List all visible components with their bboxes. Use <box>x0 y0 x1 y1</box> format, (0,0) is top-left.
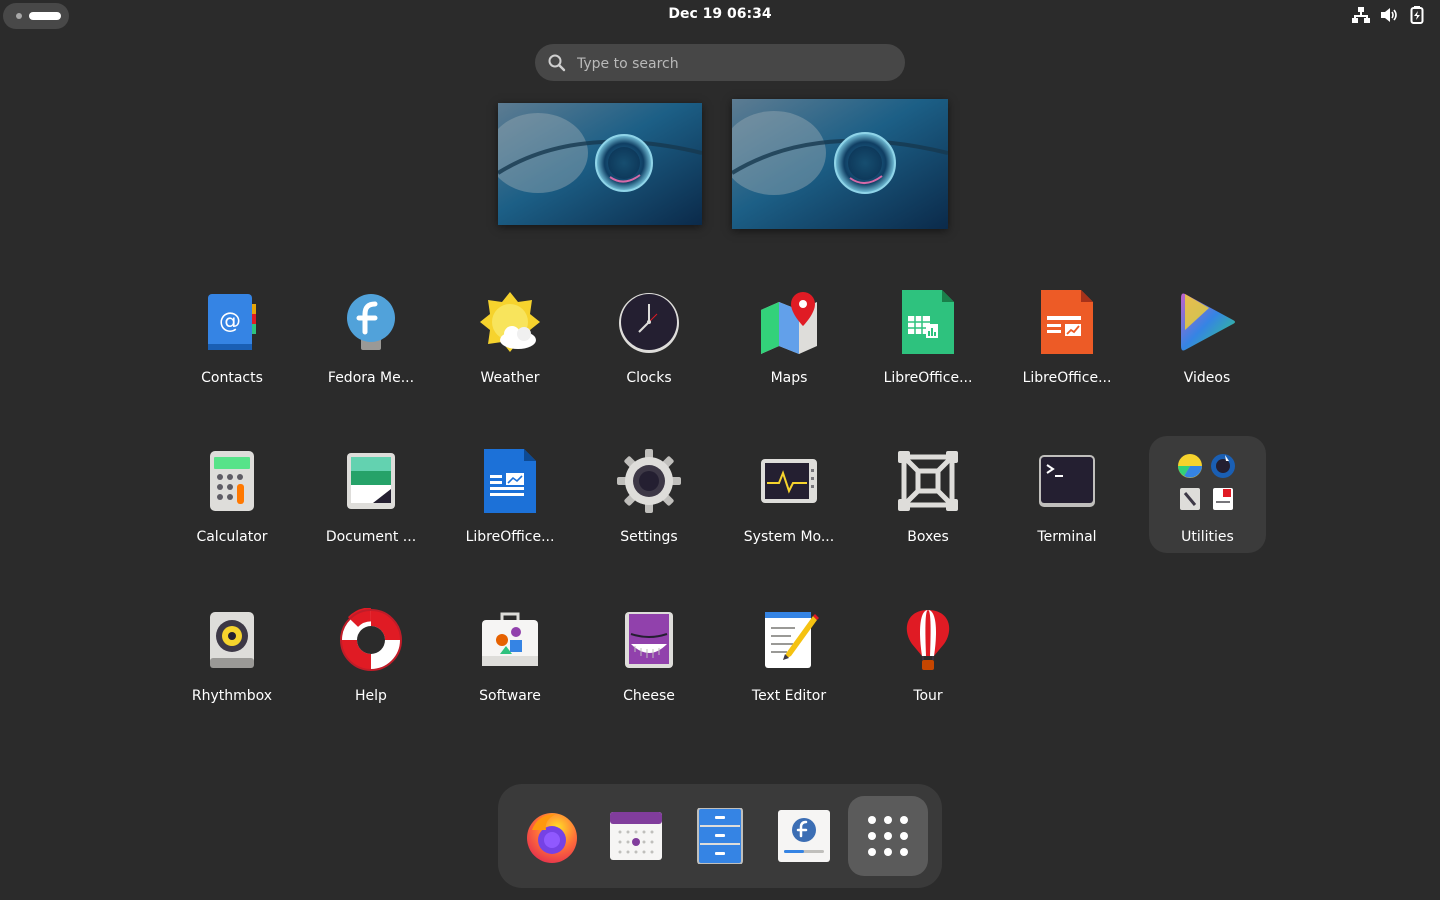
software-icon <box>482 612 538 666</box>
app-label: Tour <box>913 688 943 704</box>
show-apps-button[interactable] <box>848 796 928 876</box>
rhythmbox-icon <box>210 612 254 668</box>
contacts-icon: @ <box>208 294 256 350</box>
app-label: Videos <box>1183 370 1231 386</box>
app-label: Calculator <box>196 529 268 545</box>
date-time[interactable]: Dec 19 06:34 <box>620 6 820 22</box>
app-label: System Mo... <box>743 529 835 545</box>
fedora-media-writer-icon <box>347 294 395 350</box>
app-system-monitor[interactable]: System Mo... <box>729 449 849 569</box>
weather-icon <box>480 292 540 352</box>
app-label: Boxes <box>907 529 949 545</box>
dash <box>498 784 942 888</box>
clocks-icon <box>619 293 679 353</box>
dash-calendar[interactable] <box>596 796 676 876</box>
app-fedora-media-writer[interactable]: Fedora Me... <box>311 290 431 410</box>
calendar-icon <box>610 812 662 860</box>
dash-files[interactable] <box>680 796 760 876</box>
workspace-dot <box>16 13 22 19</box>
app-label: LibreOffice... <box>1022 370 1112 386</box>
show-apps-icon <box>868 816 908 856</box>
battery-icon <box>1410 6 1424 24</box>
app-videos[interactable]: Videos <box>1147 290 1267 410</box>
workspace-thumbnail-1[interactable] <box>498 103 702 225</box>
volume-icon <box>1381 8 1397 22</box>
app-rhythmbox[interactable]: Rhythmbox <box>172 608 292 728</box>
boxes-icon <box>898 451 958 511</box>
libreoffice-writer-icon <box>484 449 536 513</box>
app-label: Software <box>479 688 541 704</box>
hot-air-balloon-icon <box>906 610 950 670</box>
app-label: Cheese <box>623 688 675 704</box>
app-label: Terminal <box>1037 529 1097 545</box>
terminal-icon <box>1039 455 1095 507</box>
search-input[interactable] <box>575 44 889 83</box>
active-workspace-indicator <box>29 12 61 20</box>
libreoffice-calc-icon <box>902 290 954 354</box>
fedora-media-writer-icon <box>778 810 830 862</box>
app-label: Help <box>355 688 387 704</box>
text-editor-icon <box>765 612 819 668</box>
app-label: Contacts <box>201 370 263 386</box>
activities-button[interactable] <box>3 3 69 29</box>
app-help[interactable]: Help <box>311 608 431 728</box>
wallpaper-thumbnail <box>732 99 948 229</box>
libreoffice-impress-icon <box>1041 290 1093 354</box>
app-label: Utilities <box>1181 529 1234 545</box>
app-label: Maps <box>770 370 808 386</box>
dash-fedora-media-writer[interactable] <box>764 796 844 876</box>
app-label: Weather <box>480 370 540 386</box>
folder-utilities[interactable]: Utilities <box>1149 436 1266 553</box>
top-bar: Dec 19 06:34 <box>0 0 1440 32</box>
network-icon <box>1352 7 1370 23</box>
dash-firefox[interactable] <box>512 796 592 876</box>
system-monitor-icon <box>761 459 817 503</box>
app-label: Rhythmbox <box>191 688 273 704</box>
maps-icon <box>761 292 817 354</box>
search-icon <box>548 54 566 72</box>
app-label: Text Editor <box>751 688 827 704</box>
app-contacts[interactable]: @ Contacts <box>172 290 292 410</box>
app-libreoffice-writer[interactable]: LibreOffice... <box>450 449 570 569</box>
app-cheese[interactable]: Cheese <box>589 608 709 728</box>
app-weather[interactable]: Weather <box>450 290 570 410</box>
document-scanner-icon <box>347 453 395 509</box>
app-libreoffice-calc[interactable]: LibreOffice... <box>868 290 988 410</box>
app-label: LibreOffice... <box>465 529 555 545</box>
search-bar[interactable] <box>535 44 905 83</box>
app-settings[interactable]: Settings <box>589 449 709 569</box>
app-label: Document ... <box>325 529 417 545</box>
app-calculator[interactable]: Calculator <box>172 449 292 569</box>
utilities-folder-icon <box>1178 454 1235 510</box>
app-label: LibreOffice... <box>883 370 973 386</box>
app-software[interactable]: Software <box>450 608 570 728</box>
help-icon <box>340 608 402 671</box>
app-label: Settings <box>620 529 678 545</box>
app-libreoffice-impress[interactable]: LibreOffice... <box>1007 290 1127 410</box>
workspace-thumbnail-2[interactable] <box>732 99 948 229</box>
app-clocks[interactable]: Clocks <box>589 290 709 410</box>
app-boxes[interactable]: Boxes <box>868 449 988 569</box>
wallpaper-thumbnail <box>498 103 702 225</box>
firefox-icon <box>527 813 577 863</box>
app-label: Clocks <box>626 370 672 386</box>
calculator-icon <box>210 451 254 511</box>
app-maps[interactable]: Maps <box>729 290 849 410</box>
app-text-editor[interactable]: Text Editor <box>729 608 849 728</box>
svg-text:@: @ <box>219 309 241 334</box>
system-tray[interactable] <box>1352 6 1426 24</box>
gear-icon <box>617 449 681 513</box>
app-tour[interactable]: Tour <box>868 608 988 728</box>
app-document-scanner[interactable]: Document ... <box>311 449 431 569</box>
app-terminal[interactable]: Terminal <box>1007 449 1127 569</box>
app-label: Fedora Me... <box>327 370 415 386</box>
videos-icon <box>1181 293 1235 351</box>
cheese-icon <box>625 612 673 668</box>
files-icon <box>697 808 743 864</box>
